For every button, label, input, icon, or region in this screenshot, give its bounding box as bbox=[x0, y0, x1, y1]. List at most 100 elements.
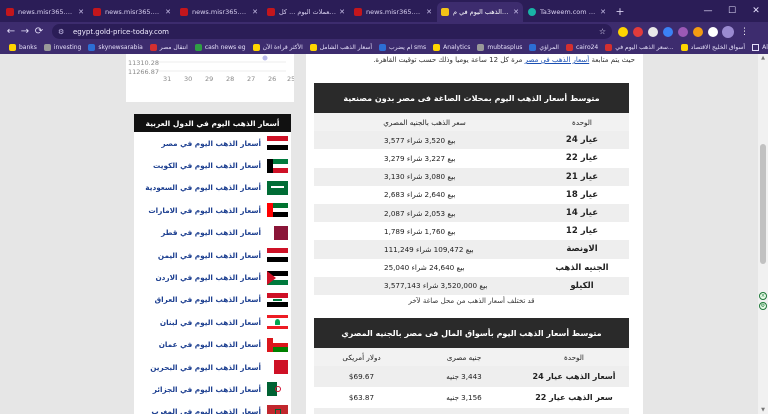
browser-tab[interactable]: Ta3weem.com | تعويم✕ bbox=[524, 2, 610, 22]
country-link[interactable]: أسعار الذهب اليوم في السعودية bbox=[134, 177, 291, 199]
country-link[interactable]: أسعار الذهب اليوم في البحرين bbox=[134, 356, 291, 378]
bookmark-item[interactable]: سعر الذهب اليوم في... bbox=[605, 44, 674, 51]
tab-close-icon[interactable]: ✕ bbox=[426, 8, 432, 16]
bookmark-item[interactable]: المراؤي bbox=[529, 44, 559, 51]
chart-x-label: 30 bbox=[184, 75, 192, 83]
country-label[interactable]: أسعار الذهب اليوم في الامارات bbox=[148, 206, 261, 215]
extension-icon[interactable] bbox=[663, 26, 673, 37]
site-info-icon[interactable]: ⚙ bbox=[58, 28, 67, 36]
browser-tab[interactable]: news.misr365.com/wp-c...✕ bbox=[176, 2, 262, 22]
unit-cell: سعر الذهب عيار 21 bbox=[519, 408, 629, 414]
minimize-icon[interactable]: — bbox=[696, 0, 720, 22]
maximize-icon[interactable]: ☐ bbox=[720, 0, 744, 22]
country-link[interactable]: أسعار الذهب اليوم في عمان bbox=[134, 334, 291, 356]
bookmark-item[interactable]: أسعار الذهب الشامل bbox=[309, 44, 372, 51]
all-bookmarks-button[interactable]: All Bookmarks bbox=[752, 44, 768, 51]
back-icon[interactable]: ← bbox=[4, 26, 18, 37]
scroll-down-icon[interactable]: ▼ bbox=[760, 407, 766, 413]
forward-icon[interactable]: → bbox=[18, 26, 32, 37]
side-panel-settings-icon[interactable]: ⚙ bbox=[759, 302, 767, 310]
scrollbar-thumb[interactable] bbox=[760, 144, 766, 264]
country-label[interactable]: أسعار الذهب اليوم في اليمن bbox=[158, 251, 261, 260]
intro-text: مرة كل 12 ساعة يوميا وذلك حسب توقيت القا… bbox=[373, 56, 523, 64]
bookmark-item[interactable]: cairo24 bbox=[565, 44, 598, 51]
country-link[interactable]: أسعار الذهب اليوم في قطر bbox=[134, 222, 291, 244]
extension-icon[interactable] bbox=[648, 26, 658, 37]
country-link[interactable]: أسعار الذهب اليوم في مصر bbox=[134, 132, 291, 154]
browser-tab[interactable]: أسعار الذهب اليوم في م...✕ bbox=[437, 2, 523, 22]
intro-text: حيث يتم متابعة bbox=[591, 56, 635, 64]
puzzle-icon[interactable] bbox=[708, 26, 718, 37]
country-link[interactable]: أسعار الذهب اليوم في المغرب bbox=[134, 401, 291, 414]
gold-prices-link[interactable]: أسعار الذهب في مصر bbox=[525, 56, 590, 64]
extension-icon[interactable] bbox=[618, 26, 628, 37]
country-label[interactable]: أسعار الذهب اليوم في الاردن bbox=[155, 273, 261, 282]
country-label[interactable]: أسعار الذهب اليوم في قطر bbox=[161, 228, 261, 237]
country-label[interactable]: أسعار الذهب اليوم في السعودية bbox=[145, 183, 261, 192]
price-cell: بيع 109,472 شراء 111,249 bbox=[314, 240, 535, 259]
close-window-icon[interactable]: ✕ bbox=[744, 0, 768, 22]
country-label[interactable]: أسعار الذهب اليوم في البحرين bbox=[150, 363, 261, 372]
tab-close-icon[interactable]: ✕ bbox=[78, 8, 84, 16]
usd-cell: $60.96 bbox=[314, 408, 409, 414]
tab-close-icon[interactable]: ✕ bbox=[252, 8, 258, 16]
chart-point bbox=[262, 55, 268, 61]
bookmark-star-icon[interactable]: ☆ bbox=[599, 27, 606, 36]
bookmark-item[interactable]: الأكثر قراءة الآن bbox=[252, 44, 303, 51]
country-link[interactable]: أسعار الذهب اليوم في الاردن bbox=[134, 266, 291, 288]
extension-icon[interactable] bbox=[633, 26, 643, 37]
bookmark-item[interactable]: انتقال مصر bbox=[149, 44, 188, 51]
yemen-flag-icon bbox=[267, 248, 288, 263]
scroll-up-icon[interactable]: ▲ bbox=[760, 55, 766, 61]
local-prices-table: متوسط أسعار الذهب اليوم بمحلات الصاغة فى… bbox=[314, 83, 629, 307]
country-label[interactable]: أسعار الذهب اليوم في المغرب bbox=[151, 407, 261, 414]
new-tab-icon[interactable]: + bbox=[611, 2, 629, 22]
browser-tab[interactable]: news.misr365.com/wp-c...✕ bbox=[350, 2, 436, 22]
bookmark-item[interactable]: mubtasplus bbox=[477, 44, 522, 51]
tab-close-icon[interactable]: ✕ bbox=[165, 8, 171, 16]
tab-close-icon[interactable]: ✕ bbox=[600, 8, 606, 16]
profile-avatar[interactable] bbox=[722, 25, 734, 38]
address-url[interactable]: egypt.gold-price-today.com bbox=[73, 28, 599, 36]
country-link[interactable]: أسعار الذهب اليوم في اليمن bbox=[134, 244, 291, 266]
bookmark-item[interactable]: banks bbox=[9, 44, 37, 51]
country-link[interactable]: أسعار الذهب اليوم في الجزائر bbox=[134, 378, 291, 400]
country-link[interactable]: أسعار الذهب اليوم في العراق bbox=[134, 289, 291, 311]
country-label[interactable]: أسعار الذهب اليوم في الجزائر bbox=[153, 385, 261, 394]
bookmark-item[interactable]: ام يضرب sms bbox=[379, 44, 426, 51]
browser-tab[interactable]: news.misr365.com/wp-c...✕ bbox=[89, 2, 175, 22]
unit-cell: أسعار الذهب عيار 24 bbox=[519, 366, 629, 387]
extension-icon[interactable] bbox=[693, 26, 703, 37]
bookmark-item[interactable]: cash news eg bbox=[194, 44, 246, 51]
country-label[interactable]: أسعار الذهب اليوم في مصر bbox=[161, 139, 261, 148]
country-link[interactable]: أسعار الذهب اليوم في الامارات bbox=[134, 199, 291, 221]
unit-cell: الاونصة bbox=[535, 240, 629, 259]
bookmark-favicon-icon bbox=[9, 44, 16, 51]
bookmark-item[interactable]: Analytics bbox=[433, 44, 470, 51]
country-link[interactable]: أسعار الذهب اليوم في الكويت bbox=[134, 154, 291, 176]
unit-cell: عيار 21 bbox=[535, 167, 629, 186]
price-cell: بيع 3,080 شراء 3,130 bbox=[314, 167, 535, 186]
table-title: متوسط أسعار الذهب اليوم بمحلات الصاغة فى… bbox=[314, 83, 629, 113]
reload-icon[interactable]: ⟳ bbox=[32, 26, 46, 37]
country-label[interactable]: أسعار الذهب اليوم في لبنان bbox=[160, 318, 261, 327]
side-panel-close-icon[interactable]: × bbox=[759, 292, 767, 300]
usd-cell: $69.67 bbox=[314, 366, 409, 387]
country-label[interactable]: أسعار الذهب اليوم في عمان bbox=[159, 340, 261, 349]
menu-dots-icon[interactable]: ⋮ bbox=[740, 27, 749, 37]
country-link[interactable]: أسعار الذهب اليوم في لبنان bbox=[134, 311, 291, 333]
country-label[interactable]: أسعار الذهب اليوم في العراق bbox=[155, 295, 261, 304]
address-bar[interactable]: ⚙ egypt.gold-price-today.com ☆ bbox=[52, 24, 612, 39]
bookmark-item[interactable]: investing bbox=[43, 44, 81, 51]
browser-tab[interactable]: news.misr365.com/wp-c...✕ bbox=[2, 2, 88, 22]
tab-close-icon[interactable]: ✕ bbox=[513, 8, 519, 16]
page-scrollbar[interactable]: ▲ ▼ bbox=[758, 54, 768, 414]
browser-tab[interactable]: أسعار العملات اليوم ... كل✕ bbox=[263, 2, 349, 22]
tab-close-icon[interactable]: ✕ bbox=[339, 8, 345, 16]
extension-icon[interactable] bbox=[678, 26, 688, 37]
bookmark-item[interactable]: أسواق الخليج الاقتصاد bbox=[680, 44, 745, 51]
bookmark-label: mubtasplus bbox=[487, 44, 523, 51]
bookmark-label: banks bbox=[19, 44, 37, 51]
bookmark-item[interactable]: skynewsarabia bbox=[88, 44, 143, 51]
country-label[interactable]: أسعار الذهب اليوم في الكويت bbox=[153, 161, 261, 170]
